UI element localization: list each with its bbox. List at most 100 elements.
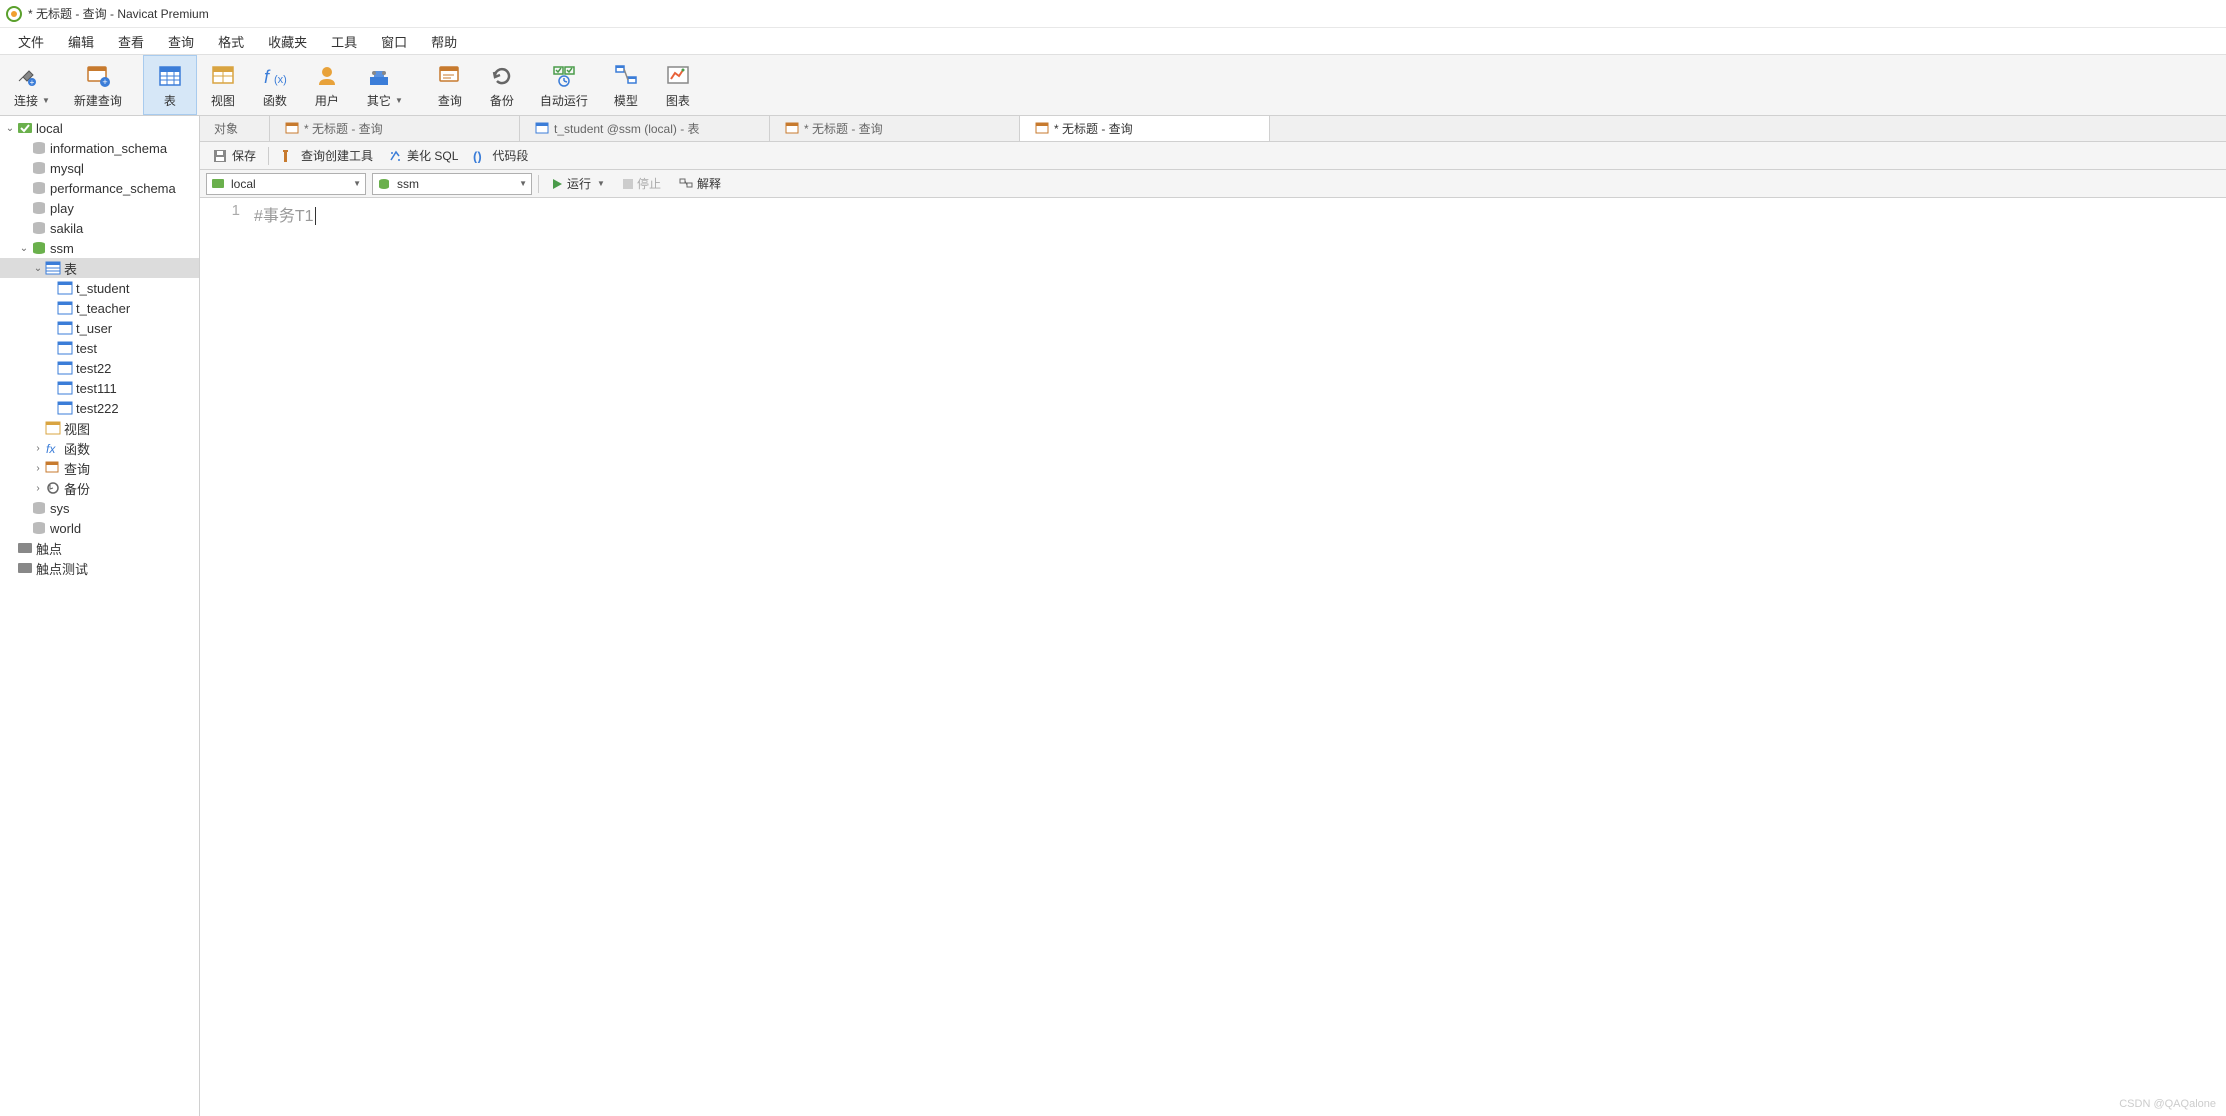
expand-icon[interactable]: ›	[32, 443, 44, 454]
dropdown-arrow-icon: ▼	[519, 179, 527, 188]
explain-button[interactable]: 解释	[673, 173, 727, 194]
toolbar-function[interactable]: f(x) 函数	[249, 55, 301, 115]
builder-icon	[281, 148, 297, 164]
tree-db-sakila[interactable]: sakila	[0, 218, 199, 238]
user-icon	[313, 62, 341, 90]
tree-db-mysql[interactable]: mysql	[0, 158, 199, 178]
tree-connection-touch1[interactable]: 触点	[0, 538, 199, 558]
tree-tables-folder[interactable]: ⌄表	[0, 258, 199, 278]
tree-db-sys[interactable]: sys	[0, 498, 199, 518]
code-snippet-button[interactable]: ()代码段	[466, 145, 534, 166]
tree-table-test[interactable]: test	[0, 338, 199, 358]
toolbar-autorun[interactable]: 自动运行	[528, 55, 600, 115]
toolbar-table[interactable]: 表	[143, 55, 197, 115]
tree-backups-folder[interactable]: ›备份	[0, 478, 199, 498]
connection-tree[interactable]: ⌄ local information_schema mysql perform…	[0, 116, 200, 1116]
editor-code-area[interactable]: #事务T1	[250, 198, 2226, 1116]
window-title: * 无标题 - 查询 - Navicat Premium	[28, 5, 209, 22]
connection-icon	[16, 119, 34, 137]
model-icon	[612, 62, 640, 90]
tab-query-2[interactable]: * 无标题 - 查询	[770, 116, 1020, 141]
main-toolbar: + 连接 ▼ + 新建查询 表 视图 f	[0, 54, 2226, 116]
tree-table-test22[interactable]: test22	[0, 358, 199, 378]
connection-selector[interactable]: local ▼	[206, 173, 366, 195]
tab-query-1[interactable]: * 无标题 - 查询	[270, 116, 520, 141]
stop-icon	[623, 179, 633, 189]
toolbar-user[interactable]: 用户	[301, 55, 353, 115]
menu-view[interactable]: 查看	[106, 30, 156, 53]
chart-icon	[664, 62, 692, 90]
tree-db-ssm[interactable]: ⌄ssm	[0, 238, 199, 258]
toolbar-view[interactable]: 视图	[197, 55, 249, 115]
toolbar-connect[interactable]: + 连接 ▼	[0, 55, 62, 115]
svg-text:(x): (x)	[274, 74, 287, 86]
beautify-sql-button[interactable]: 美化 SQL	[381, 145, 464, 166]
function-icon: f(x)	[261, 62, 289, 90]
menu-edit[interactable]: 编辑	[56, 30, 106, 53]
tree-db-information-schema[interactable]: information_schema	[0, 138, 199, 158]
toolbar-model[interactable]: 模型	[600, 55, 652, 115]
menu-file[interactable]: 文件	[6, 30, 56, 53]
tree-db-play[interactable]: play	[0, 198, 199, 218]
database-open-icon	[30, 239, 48, 257]
tree-functions-folder[interactable]: ›fx函数	[0, 438, 199, 458]
database-icon	[30, 199, 48, 217]
expand-icon[interactable]: ›	[32, 483, 44, 494]
database-icon	[30, 179, 48, 197]
toolbar-chart[interactable]: 图表	[652, 55, 704, 115]
tree-connection-local[interactable]: ⌄ local	[0, 118, 199, 138]
editor-gutter: 1	[200, 198, 250, 1116]
menu-favorites[interactable]: 收藏夹	[256, 30, 319, 53]
toolbar-backup[interactable]: 备份	[476, 55, 528, 115]
query-tab-icon	[784, 121, 800, 137]
table-icon	[156, 62, 184, 90]
tree-table-test222[interactable]: test222	[0, 398, 199, 418]
toolbar-other[interactable]: 其它 ▼	[353, 55, 415, 115]
tabbar: 对象 * 无标题 - 查询 t_student @ssm (local) - 表…	[200, 116, 2226, 142]
svg-text:+: +	[102, 77, 107, 87]
database-icon	[30, 219, 48, 237]
menu-format[interactable]: 格式	[206, 30, 256, 53]
plug-icon: +	[12, 62, 40, 90]
query-tab-icon	[1034, 121, 1050, 137]
tree-views-folder[interactable]: 视图	[0, 418, 199, 438]
beautify-icon	[387, 148, 403, 164]
tree-db-world[interactable]: world	[0, 518, 199, 538]
view-folder-icon	[44, 419, 62, 437]
expand-icon[interactable]: ⌄	[4, 123, 16, 134]
tab-objects[interactable]: 对象	[200, 116, 270, 141]
svg-text:(): ()	[473, 149, 482, 163]
tab-query-3-active[interactable]: * 无标题 - 查询	[1020, 116, 1270, 141]
tree-connection-touch2[interactable]: 触点测试	[0, 558, 199, 578]
expand-icon[interactable]: ›	[32, 463, 44, 474]
tree-table-t-student[interactable]: t_student	[0, 278, 199, 298]
expand-icon[interactable]: ⌄	[32, 263, 44, 274]
toolbar-new-query[interactable]: + 新建查询	[62, 55, 134, 115]
database-selector[interactable]: ssm ▼	[372, 173, 532, 195]
tree-table-t-teacher[interactable]: t_teacher	[0, 298, 199, 318]
menu-tools[interactable]: 工具	[319, 30, 369, 53]
expand-icon[interactable]: ⌄	[18, 243, 30, 254]
tree-table-test111[interactable]: test111	[0, 378, 199, 398]
new-query-icon: +	[84, 62, 112, 90]
query-builder-button[interactable]: 查询创建工具	[275, 145, 379, 166]
run-button[interactable]: 运行▼	[545, 173, 611, 194]
tree-table-t-user[interactable]: t_user	[0, 318, 199, 338]
dropdown-arrow-icon: ▼	[395, 96, 403, 105]
tab-empty	[1270, 116, 2226, 141]
dropdown-arrow-icon: ▼	[353, 179, 361, 188]
tree-db-performance-schema[interactable]: performance_schema	[0, 178, 199, 198]
play-icon	[551, 178, 563, 190]
explain-icon	[679, 177, 693, 191]
menu-window[interactable]: 窗口	[369, 30, 419, 53]
table-icon	[56, 339, 74, 357]
save-button[interactable]: 保存	[206, 145, 262, 166]
titlebar: * 无标题 - 查询 - Navicat Premium	[0, 0, 2226, 28]
tab-table-t-student[interactable]: t_student @ssm (local) - 表	[520, 116, 770, 141]
menubar: 文件 编辑 查看 查询 格式 收藏夹 工具 窗口 帮助	[0, 28, 2226, 54]
toolbar-query[interactable]: 查询	[424, 55, 476, 115]
sql-editor[interactable]: 1 #事务T1	[200, 198, 2226, 1116]
tree-queries-folder[interactable]: ›查询	[0, 458, 199, 478]
menu-help[interactable]: 帮助	[419, 30, 469, 53]
menu-query[interactable]: 查询	[156, 30, 206, 53]
